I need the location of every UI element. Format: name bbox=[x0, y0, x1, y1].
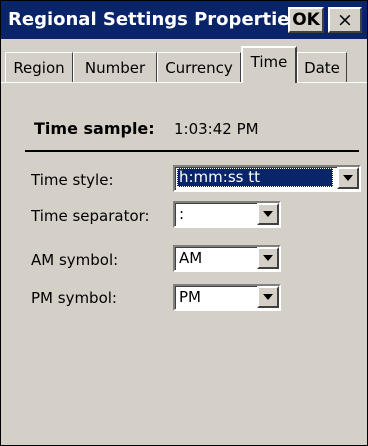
section-divider bbox=[25, 150, 359, 152]
am-symbol-dropdown[interactable]: AM bbox=[173, 245, 281, 272]
tab-divider bbox=[1, 82, 367, 83]
tab-strip: Region Number Currency Time Date bbox=[1, 39, 367, 87]
tab-date[interactable]: Date bbox=[297, 52, 347, 82]
time-style-label: Time style: bbox=[31, 171, 114, 189]
close-button[interactable]: × bbox=[328, 7, 362, 33]
time-separator-label: Time separator: bbox=[31, 207, 150, 225]
pm-symbol-value: PM bbox=[179, 288, 201, 306]
title-bar: Regional Settings Properties OK × bbox=[1, 1, 367, 39]
chevron-down-icon[interactable] bbox=[337, 167, 359, 189]
time-separator-dropdown[interactable]: : bbox=[173, 201, 281, 228]
am-symbol-value: AM bbox=[179, 249, 203, 267]
time-separator-value: : bbox=[179, 205, 185, 223]
ok-button[interactable]: OK bbox=[288, 7, 324, 33]
chevron-down-icon[interactable] bbox=[257, 286, 279, 308]
tab-time[interactable]: Time bbox=[241, 46, 297, 83]
pm-symbol-dropdown[interactable]: PM bbox=[173, 284, 281, 311]
regional-settings-window: Regional Settings Properties OK × Region… bbox=[0, 0, 368, 446]
chevron-down-icon[interactable] bbox=[257, 203, 279, 225]
pm-symbol-label: PM symbol: bbox=[31, 289, 117, 307]
tab-region[interactable]: Region bbox=[5, 52, 73, 82]
window-title: Regional Settings Properties bbox=[8, 9, 301, 30]
chevron-down-icon[interactable] bbox=[257, 247, 279, 269]
tab-number[interactable]: Number bbox=[73, 52, 157, 82]
am-symbol-label: AM symbol: bbox=[31, 251, 119, 269]
time-sample-value: 1:03:42 PM bbox=[174, 120, 259, 138]
time-style-value: h:mm:ss tt bbox=[177, 168, 333, 187]
time-style-dropdown[interactable]: h:mm:ss tt bbox=[173, 165, 361, 192]
time-sample-label: Time sample: bbox=[34, 119, 155, 138]
tab-currency[interactable]: Currency bbox=[157, 52, 241, 82]
